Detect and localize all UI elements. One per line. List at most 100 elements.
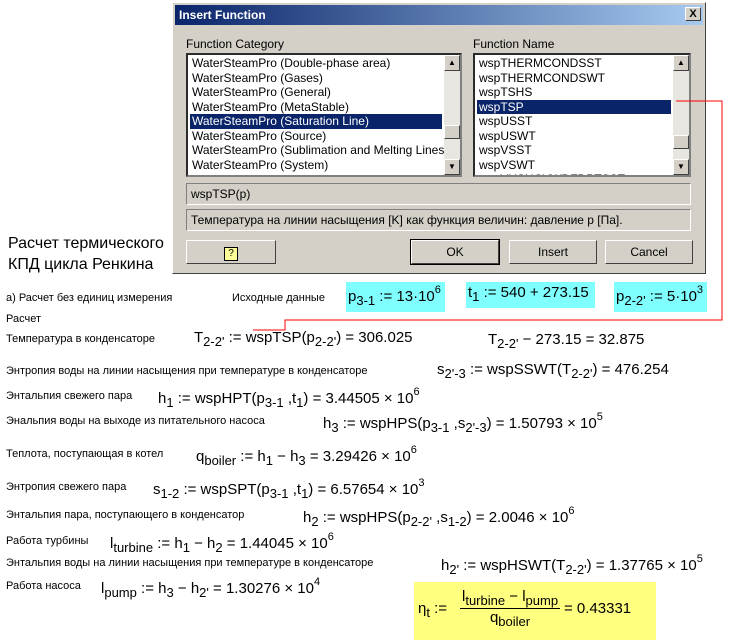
- eq-part-arg2-sub: 2: [215, 540, 223, 555]
- eq-part-mid: := wspHPS(p: [318, 509, 411, 526]
- eq-part-lhs-sub: 3: [331, 420, 339, 435]
- var-name: T: [488, 331, 498, 348]
- row-label: Работа турбины: [6, 535, 89, 547]
- eq-part-mid2: ,s: [431, 509, 448, 526]
- eq-part-arg-sub: 1: [265, 453, 273, 468]
- row-label: Энтальпия пара, поступающего в конденсат…: [6, 509, 245, 521]
- eq-part-arg2-sub: 2'-3: [465, 420, 487, 435]
- eq-part-exp: 6: [413, 386, 420, 398]
- eq-part-lhs: T: [194, 329, 204, 346]
- eta-sub: t: [426, 605, 430, 620]
- den-sub: boiler: [498, 614, 531, 629]
- eq-part-exp: 6: [410, 444, 417, 456]
- eq-part-arg-sub: 3-1: [269, 486, 289, 501]
- row-label: Работа насоса: [6, 580, 81, 592]
- eq-part-mid: := wspSSWT(T: [465, 361, 572, 378]
- eq-part-mid2: − h: [272, 448, 299, 465]
- row-equation[interactable]: lpump := h3 − h2' = 1.30276 × 104: [101, 576, 320, 600]
- eq-part-close: ) = 1.50793 × 10: [486, 415, 597, 432]
- eq-part-exp: 6: [568, 505, 575, 517]
- eq-part-mid2: ,t: [288, 481, 302, 498]
- row-label: Энтальпия воды на линии насыщения при те…: [6, 557, 374, 569]
- heading-line-2: КПД цикла Ренкина: [8, 256, 154, 273]
- eq-part-mid2: − h: [173, 580, 200, 597]
- num-minus: − l: [505, 588, 526, 605]
- row-equation[interactable]: s2'-3 := wspSSWT(T2-2') = 476.254: [437, 361, 669, 381]
- eq-part-arg-sub: 2-2': [565, 562, 587, 577]
- eq-part-mid: := wspHSWT(T: [459, 557, 566, 574]
- eq-part-mid: := h: [153, 535, 183, 552]
- eq-part-arg2-sub: 2': [199, 585, 209, 600]
- eq-part-lhs-sub: 2-2': [203, 334, 225, 349]
- eq-part-lhs-sub: 1: [166, 395, 174, 410]
- eq-part-mid: := h: [136, 580, 167, 597]
- row-equation[interactable]: h1 := wspHPT(p3-1 ,t1) = 3.44505 × 106: [158, 386, 420, 410]
- row-equation[interactable]: h2' := wspHSWT(T2-2') = 1.37765 × 105: [441, 553, 703, 577]
- eq-part-arg-sub: 3: [166, 585, 174, 600]
- row-label: Теплота, поступающая в котел: [6, 448, 164, 460]
- row-label: Температура в конденсаторе: [6, 333, 155, 345]
- row-equation[interactable]: h3 := wspHPS(p3-1 ,s2'-3) = 1.50793 × 10…: [323, 411, 603, 435]
- eq-part-close: = 1.44045 × 10: [222, 535, 328, 552]
- row-label: Энтропия свежего пара: [6, 481, 127, 493]
- row-label: Энтальпия свежего пара: [6, 390, 133, 402]
- eq-part-arg-sub: 2-2': [314, 334, 337, 349]
- eq-part-close: ) = 3.44505 × 10: [303, 390, 414, 407]
- efficiency-result[interactable]: ηt := lturbine − lpump qboiler = 0.43331: [414, 582, 656, 640]
- row-equation[interactable]: lturbine := h1 − h2 = 1.44045 × 106: [110, 531, 334, 555]
- var-rhs: := 540 + 273.15: [479, 284, 589, 301]
- var-rhs: := 13·10: [375, 288, 435, 305]
- row-equation[interactable]: s1-2 := wspSPT(p3-1 ,t1) = 6.57654 × 103: [153, 477, 425, 501]
- t22-celsius[interactable]: T2-2' − 273.15 = 32.875: [488, 331, 644, 351]
- eq-part-lhs-sub: 2': [449, 562, 460, 577]
- eq-part-lhs-sub: 2: [311, 514, 319, 529]
- eq-part-lhs: s: [153, 481, 161, 498]
- var-sub: 2-2': [497, 336, 519, 351]
- num-l2-sub: pump: [525, 593, 559, 608]
- input-p22[interactable]: p2-2' := 5·103: [614, 282, 708, 312]
- efficiency-value: = 0.43331: [564, 600, 632, 617]
- eq-part-lhs-sub: 2'-3: [444, 366, 466, 381]
- eq-part-exp: 5: [696, 553, 703, 565]
- eq-part-mid2: ,t: [283, 390, 297, 407]
- var-exp: 6: [434, 284, 441, 296]
- section-calc-label: Расчет: [6, 313, 41, 325]
- eq-part-exp: 4: [313, 576, 321, 588]
- eq-part-close: ) = 306.025: [336, 329, 413, 346]
- row-label: Энтропия воды на линии насыщения при тем…: [6, 365, 368, 377]
- eq-part-mid: := wspSPT(p: [179, 481, 270, 498]
- eq-part-mid: := h: [236, 448, 266, 465]
- eq-part-arg-sub: 2-2': [571, 366, 593, 381]
- eq-part-close: = 1.30276 × 10: [208, 580, 314, 597]
- row-equation[interactable]: T2-2' := wspTSP(p2-2') = 306.025: [194, 329, 413, 349]
- eq-part-arg-sub: 3-1: [264, 395, 284, 410]
- initial-data-label: Исходные данные: [232, 292, 325, 304]
- efficiency-fraction: lturbine − lpump qboiler: [460, 588, 561, 629]
- var-rhs: := 5·10: [645, 288, 697, 305]
- eq-part-close: ) = 6.57654 × 10: [308, 481, 419, 498]
- eq-part-close: ) = 2.0046 × 10: [466, 509, 569, 526]
- eq-part-close: ) = 1.37765 × 10: [586, 557, 697, 574]
- eq-part-arg-sub: 1: [182, 540, 190, 555]
- row-equation[interactable]: h2 := wspHPS(p2-2' ,s1-2) = 2.0046 × 106: [303, 505, 575, 529]
- eq-part-mid: := wspHPS(p: [338, 415, 431, 432]
- var-rhs: − 273.15 = 32.875: [518, 331, 645, 348]
- row-equation[interactable]: qboiler := h1 − h3 = 3.29426 × 106: [196, 444, 417, 468]
- eq-part-exp: 3: [418, 477, 425, 489]
- eq-part-exp: 6: [327, 531, 334, 543]
- eq-part-close: = 3.29426 × 10: [305, 448, 411, 465]
- eq-part-mid2: ,s: [449, 415, 466, 432]
- row-label: Энальпия воды на выходе из питательного …: [6, 415, 265, 427]
- fraction-denominator: qboiler: [460, 609, 560, 629]
- eq-part-mid2: − h: [189, 535, 216, 552]
- eq-part-lhs: s: [437, 361, 445, 378]
- eq-part-lhs-sub: pump: [104, 585, 137, 600]
- num-l1-sub: turbine: [465, 593, 506, 608]
- input-t1[interactable]: t1 := 540 + 273.15: [466, 282, 595, 308]
- eq-part-close: ) = 476.254: [592, 361, 669, 378]
- eq-part-arg2-sub: 3: [298, 453, 306, 468]
- var-exp: 3: [696, 284, 704, 296]
- eq-part-mid: := wspTSP(p: [224, 329, 315, 346]
- fraction-numerator: lturbine − lpump: [460, 588, 561, 609]
- input-p31[interactable]: p3-1 := 13·106: [346, 282, 445, 312]
